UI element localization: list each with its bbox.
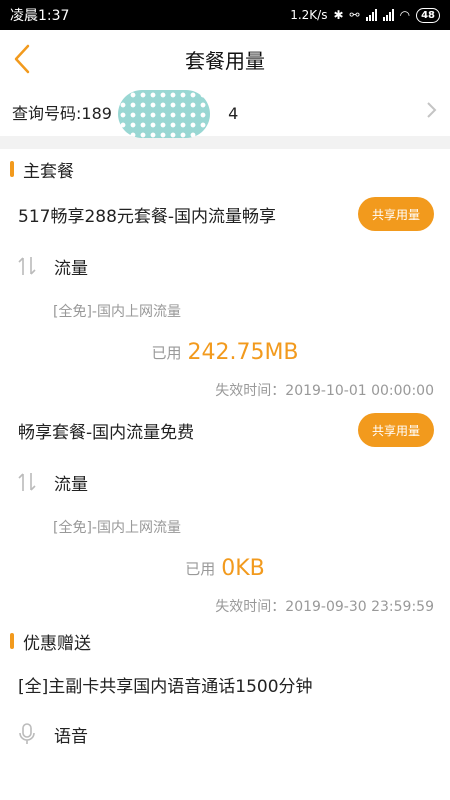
used-label: 已用: [185, 559, 216, 578]
query-label: 查询号码:189: [12, 104, 112, 123]
share-usage-button[interactable]: 共享用量: [358, 413, 434, 447]
status-time: 凌晨1:37: [10, 8, 70, 24]
item-description: [全免]-国内上网流量: [53, 520, 181, 536]
chevron-left-icon[interactable]: [8, 42, 38, 76]
item-label: 语音: [54, 726, 88, 747]
plan-header: 畅享套餐-国内流量免费 共享用量: [0, 405, 450, 455]
expire-time: 失效时间：2019-10-01 00:00:00: [215, 383, 434, 399]
main-package-header: 主套餐: [0, 149, 450, 189]
item-description: [全免]-国内上网流量: [53, 304, 181, 320]
voice-item-row: 语音: [0, 707, 450, 761]
vibrate-icon: ⚯: [349, 8, 360, 22]
network-speed: 1.2K/s: [290, 8, 328, 22]
usage-amount: 已用 0KB: [0, 545, 450, 591]
query-tail: 4: [228, 104, 239, 123]
data-item-row: 流量: [0, 455, 450, 509]
transfer-icon: [16, 255, 38, 277]
expire-time: 失效时间：2019-09-30 23:59:59: [215, 599, 434, 615]
section-title: 主套餐: [23, 161, 74, 182]
chevron-right-icon: [426, 101, 438, 124]
item-label: 流量: [54, 258, 88, 279]
status-indicators: 1.2K/s ✱ ⚯ ◠ 48: [290, 7, 440, 23]
wifi-icon: ◠: [399, 8, 411, 22]
plan-header: 517畅享288元套餐-国内流量畅享 共享用量: [0, 189, 450, 239]
signal-icon: [365, 9, 377, 21]
plan-card-1: 517畅享288元套餐-国内流量畅享 共享用量 流量 [全免]-国内上网流量 已…: [0, 189, 450, 405]
benefit-name: [全]主副卡共享国内语音通话1500分钟: [18, 676, 313, 697]
battery-icon: 48: [416, 7, 440, 23]
used-label: 已用: [151, 343, 182, 362]
query-number-row[interactable]: 查询号码:189 4: [0, 88, 450, 138]
used-value: 0KB: [221, 555, 265, 581]
status-bar: 凌晨1:37 1.2K/s ✱ ⚯ ◠ 48: [0, 0, 450, 30]
section-marker: [10, 633, 14, 649]
section-title: 优惠赠送: [23, 633, 91, 654]
transfer-icon: [16, 471, 38, 493]
used-value: 242.75MB: [187, 339, 299, 365]
usage-amount: 已用 242.75MB: [0, 329, 450, 375]
benefits-header: 优惠赠送: [0, 621, 450, 661]
nav-bar: 套餐用量: [0, 30, 450, 88]
divider: [0, 136, 450, 149]
page-title: 套餐用量: [185, 48, 265, 73]
privacy-mask: [118, 90, 210, 138]
plan-card-2: 畅享套餐-国内流量免费 共享用量 流量 [全免]-国内上网流量 已用 0KB 失…: [0, 405, 450, 621]
data-item-row: 流量: [0, 239, 450, 293]
share-usage-button[interactable]: 共享用量: [358, 197, 434, 231]
microphone-icon: [16, 723, 38, 745]
plan-name: 畅享套餐-国内流量免费: [18, 422, 195, 443]
section-marker: [10, 161, 14, 177]
signal-icon-2: [382, 9, 394, 21]
item-label: 流量: [54, 474, 88, 495]
plan-name: 517畅享288元套餐-国内流量畅享: [18, 206, 277, 227]
bluetooth-icon: ✱: [333, 8, 344, 22]
